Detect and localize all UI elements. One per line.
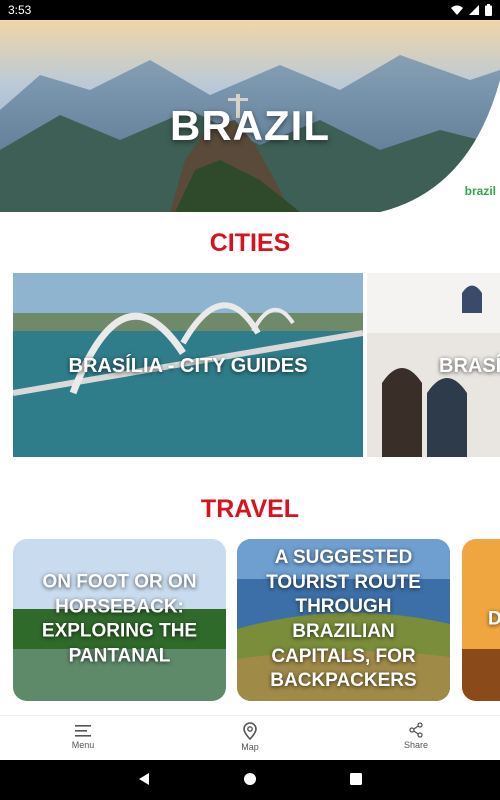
travel-card-label: D bbox=[488, 608, 500, 630]
travel-card-route[interactable]: A SUGGESTED TOURIST ROUTE THROUGH BRAZIL… bbox=[237, 539, 450, 701]
signal-icon bbox=[469, 5, 479, 15]
status-bar: 3:53 bbox=[0, 0, 500, 20]
wifi-icon bbox=[451, 5, 463, 15]
map-pin-icon bbox=[243, 722, 257, 740]
city-card-label: BRASÍ bbox=[439, 355, 500, 377]
nav-share-label: Share bbox=[403, 740, 429, 750]
nav-menu-button[interactable]: Menu bbox=[43, 722, 123, 750]
city-card-label: BRASÍLIA - CITY GUIDES bbox=[68, 355, 308, 377]
travel-card-third[interactable]: D bbox=[462, 539, 500, 701]
back-icon[interactable] bbox=[136, 771, 152, 787]
city-card-second[interactable]: BRASÍ bbox=[367, 273, 500, 457]
hero-banner: BRAZIL brazil bbox=[0, 20, 500, 212]
menu-icon bbox=[75, 725, 91, 737]
bottom-nav: Menu Map Share bbox=[0, 715, 500, 760]
home-icon[interactable] bbox=[242, 771, 258, 787]
nav-map-button[interactable]: Map bbox=[210, 722, 290, 752]
share-icon bbox=[409, 722, 423, 738]
travel-card-label: ON FOOT OR ON HORSEBACK: EXPLORING THE P… bbox=[41, 571, 198, 667]
travel-card-label: A SUGGESTED TOURIST ROUTE THROUGH BRAZIL… bbox=[266, 546, 421, 692]
battery-icon bbox=[485, 4, 492, 16]
system-nav-bar bbox=[0, 760, 500, 800]
nav-menu-label: Menu bbox=[71, 740, 95, 750]
city-card-brasilia[interactable]: BRASÍLIA - CITY GUIDES bbox=[13, 273, 363, 457]
cities-section-title: CITIES bbox=[209, 229, 291, 257]
status-time: 3:53 bbox=[8, 3, 32, 17]
travel-section-title: TRAVEL bbox=[200, 495, 300, 523]
hero-title: BRAZIL bbox=[170, 102, 330, 149]
travel-card-pantanal[interactable]: ON FOOT OR ON HORSEBACK: EXPLORING THE P… bbox=[13, 539, 226, 701]
recents-icon[interactable] bbox=[348, 771, 364, 787]
nav-share-button[interactable]: Share bbox=[376, 722, 456, 750]
nav-map-label: Map bbox=[241, 742, 259, 752]
brazil-logo: brazil bbox=[464, 184, 496, 198]
